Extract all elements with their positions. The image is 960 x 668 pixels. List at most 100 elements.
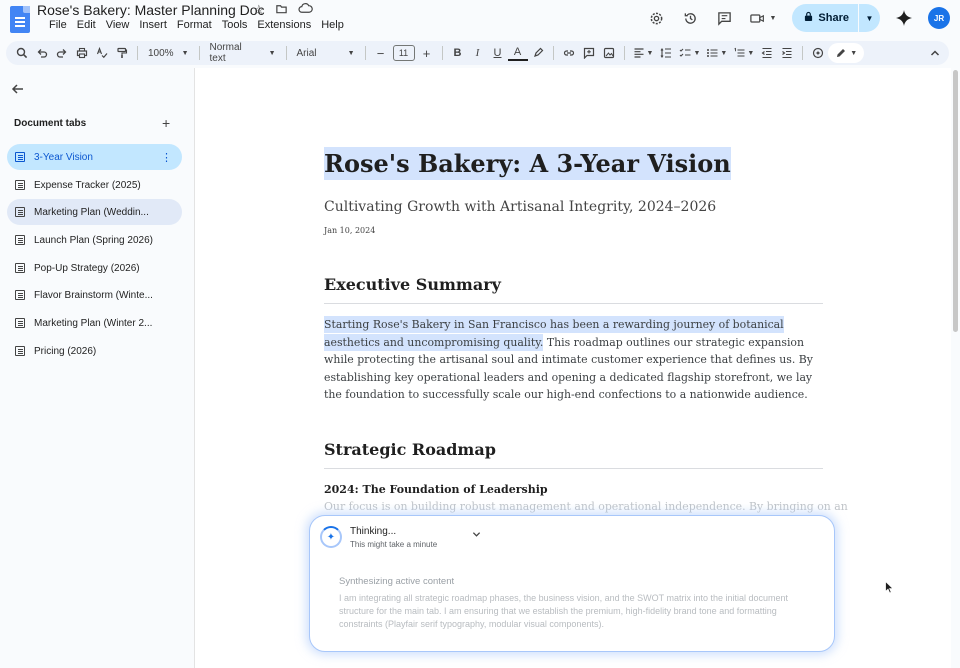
document-date[interactable]: Jan 10, 2024 <box>324 226 375 235</box>
gemini-refine-icon[interactable] <box>808 43 828 63</box>
more-options-icon[interactable]: ⋮ <box>161 151 172 164</box>
font-family-value: Arial <box>296 47 317 59</box>
docs-window: Rose's Bakery: Master Planning Doc ☆ Fil… <box>0 0 960 668</box>
scrollbar-thumb[interactable] <box>953 70 958 332</box>
redo-icon[interactable] <box>52 43 72 63</box>
thinking-title: Thinking... <box>350 526 397 537</box>
user-avatar[interactable]: JR <box>928 7 950 29</box>
text-color-icon[interactable]: A <box>507 45 528 61</box>
menu-file[interactable]: File <box>44 19 72 31</box>
chevron-down-icon: ▼ <box>347 49 355 57</box>
decrease-font-size-icon[interactable]: − <box>371 43 391 63</box>
increase-font-size-icon[interactable]: + <box>417 43 437 63</box>
numbered-list-icon[interactable]: ▼ <box>730 43 757 63</box>
title-bar: Rose's Bakery: Master Planning Doc ☆ Fil… <box>0 0 960 38</box>
move-folder-icon[interactable] <box>275 2 288 18</box>
tab-item[interactable]: Marketing Plan (Weddin... <box>7 199 182 225</box>
expand-chevron-icon[interactable] <box>472 530 481 540</box>
highlight-color-icon[interactable] <box>528 43 548 63</box>
underline-icon[interactable]: U <box>488 43 508 63</box>
spellcheck-icon[interactable] <box>92 43 112 63</box>
vertical-scrollbar[interactable] <box>951 68 960 668</box>
meet-video-icon[interactable]: ▼ <box>748 8 778 28</box>
menu-edit[interactable]: Edit <box>72 19 101 31</box>
document-tab-icon <box>15 318 25 328</box>
tabs-header: Document tabs <box>14 118 87 129</box>
menu-insert[interactable]: Insert <box>134 19 172 31</box>
bold-icon[interactable]: B <box>448 43 468 63</box>
editing-mode-pencil-icon[interactable]: ▼ <box>828 43 865 63</box>
menu-tools[interactable]: Tools <box>217 19 253 31</box>
star-icon[interactable]: ☆ <box>253 2 265 18</box>
font-family-select[interactable]: Arial ▼ <box>292 43 360 63</box>
tab-item[interactable]: Pop-Up Strategy (2026) <box>7 255 182 281</box>
section-heading-executive-summary[interactable]: Executive Summary <box>324 275 501 294</box>
collapse-toolbar-icon[interactable] <box>925 43 945 63</box>
tab-item[interactable]: Marketing Plan (Winter 2... <box>7 310 182 336</box>
share-button[interactable]: Share ▼ <box>792 4 880 32</box>
paragraph-style-value: Normal text <box>209 42 242 64</box>
executive-summary-paragraph[interactable]: Starting Rose's Bakery in San Francisco … <box>324 316 823 404</box>
document-tab-icon <box>15 290 25 300</box>
section-heading-strategic-roadmap[interactable]: Strategic Roadmap <box>324 440 496 459</box>
align-left-icon[interactable]: ▼ <box>630 43 657 63</box>
menu-view[interactable]: View <box>101 19 135 31</box>
settings-gear-icon[interactable] <box>646 8 666 28</box>
comments-icon[interactable] <box>714 8 734 28</box>
print-icon[interactable] <box>72 43 92 63</box>
share-label: Share <box>818 12 849 24</box>
increase-indent-icon[interactable] <box>777 43 797 63</box>
heading-divider <box>324 468 823 469</box>
formatting-toolbar: 100% ▼ Normal text ▼ Arial ▼ − 11 + B I … <box>6 41 949 65</box>
gemini-spinner-icon: ✦ <box>320 526 342 548</box>
undo-icon[interactable] <box>32 43 52 63</box>
document-tab-icon <box>15 235 25 245</box>
back-arrow-icon[interactable] <box>11 82 25 100</box>
document-tab-icon <box>15 152 25 162</box>
insert-image-icon[interactable] <box>599 43 619 63</box>
subsection-heading[interactable]: 2024: The Foundation of Leadership <box>324 483 548 496</box>
cloud-status-icon[interactable] <box>298 2 313 18</box>
italic-icon[interactable]: I <box>468 43 488 63</box>
tab-item[interactable]: 3-Year Vision ⋮ <box>7 144 182 170</box>
heading-divider <box>324 303 823 304</box>
document-title[interactable]: Rose's Bakery: Master Planning Doc <box>37 2 265 18</box>
paragraph-style-select[interactable]: Normal text ▼ <box>205 42 281 64</box>
zoom-value: 100% <box>148 47 174 59</box>
line-spacing-icon[interactable] <box>656 43 676 63</box>
search-menus-icon[interactable] <box>12 43 32 63</box>
thinking-step-title: Synthesizing active content <box>339 576 455 587</box>
tab-item[interactable]: Pricing (2026) <box>7 338 182 364</box>
insert-link-icon[interactable] <box>559 43 579 63</box>
lock-icon <box>804 11 813 25</box>
tab-item[interactable]: Flavor Brainstorm (Winte... <box>7 282 182 308</box>
add-tab-icon[interactable]: + <box>162 115 170 131</box>
docs-logo-icon[interactable] <box>10 6 30 33</box>
document-tabs-sidebar: Document tabs + 3-Year Vision ⋮ Expense … <box>0 68 194 668</box>
document-tab-icon <box>15 263 25 273</box>
title-icons: ☆ <box>253 2 313 18</box>
gemini-sparkle-icon[interactable] <box>894 8 914 28</box>
document-tab-icon <box>15 207 25 217</box>
zoom-select[interactable]: 100% ▼ <box>143 43 194 63</box>
menu-extensions[interactable]: Extensions <box>252 19 316 31</box>
add-comment-icon[interactable] <box>579 43 599 63</box>
bulleted-list-icon[interactable]: ▼ <box>703 43 730 63</box>
menu-help[interactable]: Help <box>316 19 349 31</box>
decrease-indent-icon[interactable] <box>757 43 777 63</box>
tab-item[interactable]: Launch Plan (Spring 2026) <box>7 227 182 253</box>
document-heading[interactable]: Rose's Bakery: A 3-Year Vision <box>324 147 731 180</box>
document-tab-icon <box>15 346 25 356</box>
tab-item[interactable]: Expense Tracker (2025) <box>7 172 182 198</box>
header-right-controls: ▼ Share ▼ JR <box>646 4 950 32</box>
paint-format-icon[interactable] <box>112 43 132 63</box>
document-subtitle[interactable]: Cultivating Growth with Artisanal Integr… <box>324 199 716 215</box>
thinking-subtitle: This might take a minute <box>350 540 438 549</box>
gemini-thinking-panel: ✦ Thinking... This might take a minute S… <box>309 515 835 652</box>
checklist-icon[interactable]: ▼ <box>676 43 703 63</box>
font-size-input[interactable]: 11 <box>392 45 415 61</box>
faded-paragraph-line[interactable]: Our focus is on building robust manageme… <box>324 500 848 513</box>
menu-format[interactable]: Format <box>172 19 217 31</box>
share-dropdown-caret-icon[interactable]: ▼ <box>858 4 880 32</box>
version-history-icon[interactable] <box>680 8 700 28</box>
